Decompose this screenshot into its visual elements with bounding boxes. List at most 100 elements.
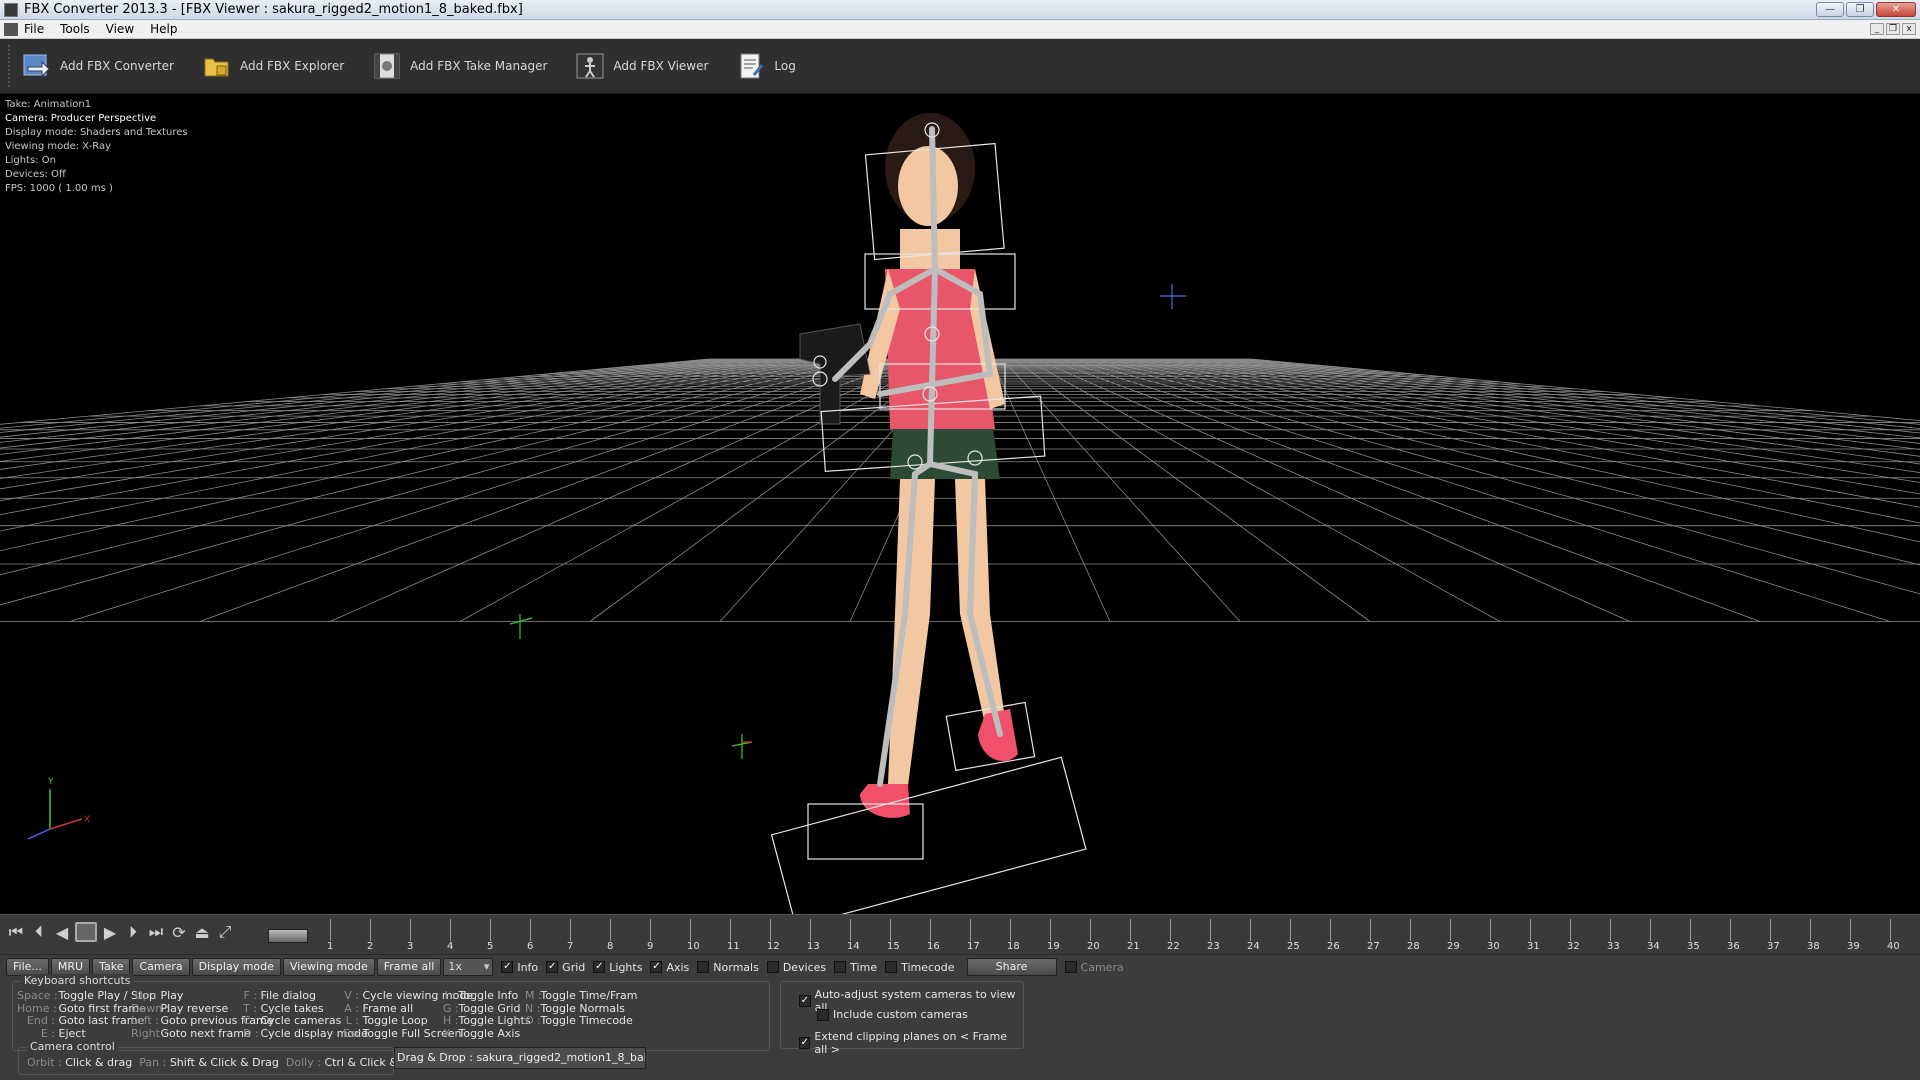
menu-tools[interactable]: Tools (60, 22, 90, 36)
shortcut-col1-3: E : Eject (17, 1027, 86, 1040)
close-button[interactable]: ✕ (1876, 2, 1916, 17)
toolbar-grip[interactable] (8, 45, 12, 87)
child-window-icon[interactable] (4, 22, 18, 36)
child-close-button[interactable]: x (1902, 23, 1916, 35)
expand-icon[interactable]: ⤢ (215, 921, 235, 943)
add-fbx-take-manager-label: Add FBX Take Manager (410, 59, 548, 73)
shortcut-action: File dialog (257, 989, 316, 1002)
add-fbx-take-manager-button[interactable]: Add FBX Take Manager (372, 46, 547, 86)
frame-tick (1610, 919, 1611, 941)
restore-button[interactable]: ❐ (1846, 2, 1874, 17)
viewer-info-overlay: Take: Animation1 Camera: Producer Perspe… (5, 98, 188, 196)
log-button[interactable]: Log (736, 46, 796, 86)
shortcut-key: O : (525, 1014, 541, 1027)
last-frame-icon[interactable]: ⏭ (146, 921, 166, 943)
normals-toggle[interactable]: Normals (697, 961, 759, 974)
shortcut-col5-2: H : Toggle Lights (443, 1015, 531, 1027)
shortcut-col3-1: T : Cycle takes (243, 1002, 324, 1015)
frame-tick (490, 919, 491, 941)
checkbox-icon: ✓ (650, 961, 663, 973)
share-button[interactable]: Share (966, 958, 1057, 976)
orbit-value: Click & drag (65, 1056, 133, 1069)
shortcut-col5-0: I : Toggle Info (443, 990, 519, 1002)
devices-toggle-label: Devices (782, 960, 827, 974)
add-fbx-converter-button[interactable]: Add FBX Converter (22, 46, 174, 86)
shortcut-col2-0: Up : Play (131, 989, 184, 1002)
frame-tick (1450, 919, 1451, 941)
frame-ruler[interactable]: 1 2 3 4 5 6 7 8 9 10 11 12 13 14 15 16 17 18 19 20 21 22 23 24 2… (318, 919, 1918, 953)
app-icon (4, 2, 18, 17)
camera-share-toggle[interactable]: Camera (1064, 961, 1124, 974)
shortcut-action: Toggle Lights (455, 1014, 531, 1027)
viewing-mode-button[interactable]: Viewing mode (282, 958, 375, 976)
info-take: Take: Animation1 (5, 99, 92, 110)
menu-help[interactable]: Help (150, 22, 177, 36)
devices-toggle[interactable]: Devices (766, 960, 827, 974)
frame-tick (570, 919, 571, 941)
scene-canvas[interactable]: Y X (0, 94, 1920, 914)
shortcut-col6-0: M : Toggle Time/Fram (525, 990, 638, 1002)
minimize-button[interactable]: — (1816, 2, 1844, 17)
shortcut-key: Right : (131, 1026, 168, 1040)
child-minimize-button[interactable]: _ (1870, 23, 1884, 35)
camera-button[interactable]: Camera (132, 958, 190, 976)
frame-number: 32 (1567, 941, 1580, 952)
log-icon (740, 53, 764, 79)
grid-line (0, 358, 788, 462)
previous-frame-icon[interactable]: ⏴ (29, 921, 49, 943)
grid-line (1025, 358, 1501, 622)
take-manager-icon (374, 53, 400, 79)
shortcut-key: D : (243, 1026, 259, 1040)
play-icon[interactable]: ▶ (100, 921, 120, 943)
shortcut-action: Goto next frame (157, 1026, 251, 1040)
drag-drop-field[interactable]: Drag & Drop : sakura_rigged2_motion1_8_b… (394, 1047, 646, 1069)
menu-view[interactable]: View (106, 22, 134, 36)
shortcut-action: Toggle Time/Fram (537, 989, 638, 1002)
loop-icon[interactable]: ⟳ (169, 921, 189, 943)
camera-control-group: Camera control Orbit : Click & drag Pan … (18, 1040, 428, 1075)
shortcut-key: N : (525, 1001, 541, 1015)
grid-line (1036, 358, 1631, 622)
axis-toggle[interactable]: ✓ Axis (650, 961, 689, 974)
include-custom-cameras-checkbox[interactable]: Include custom cameras (817, 1008, 968, 1021)
shortcut-col4-2: L : Toggle Loop (343, 1015, 428, 1027)
menu-bar: File Tools View Help _ ❐ x (0, 20, 1920, 39)
child-restore-button[interactable]: ❐ (1886, 23, 1900, 35)
info-display-mode: Display mode: Shaders and Textures (5, 127, 188, 138)
frame-all-button[interactable]: Frame all (376, 958, 442, 976)
shortcut-col6-2: O : Toggle Timecode (525, 1015, 633, 1027)
shortcut-key: L : (345, 1014, 359, 1027)
3d-viewport[interactable]: Y X Take: Animation1 Camera: Producer Pe… (0, 94, 1920, 914)
frame-tick (410, 919, 411, 941)
lights-toggle[interactable]: ✓ Lights (593, 961, 642, 974)
frame-number: 23 (1207, 941, 1220, 952)
frame-number: 17 (967, 941, 980, 952)
display-mode-button[interactable]: Display mode (191, 958, 281, 976)
frame-number: 28 (1407, 941, 1420, 952)
play-reverse-icon[interactable]: ◀ (52, 921, 72, 943)
time-toggle[interactable]: Time (834, 961, 877, 974)
info-toggle[interactable]: ✓ Info (501, 961, 538, 974)
shortcut-key: F : (243, 989, 257, 1002)
timecode-toggle[interactable]: Timecode (885, 961, 955, 974)
grid-toggle[interactable]: ✓ Grid (546, 961, 585, 974)
add-fbx-viewer-button[interactable]: Add FBX Viewer (575, 46, 708, 86)
next-frame-icon[interactable]: ⏵ (123, 921, 143, 943)
shortcut-key: Up : (134, 989, 157, 1002)
add-fbx-explorer-label: Add FBX Explorer (239, 59, 345, 73)
frame-tick (1010, 919, 1011, 941)
eject-icon[interactable]: ⏏ (192, 921, 212, 943)
camera-options-group: ✓ Auto-adjust system cameras to view all … (780, 981, 1024, 1056)
shortcut-col3-2: C : Cycle cameras (243, 1015, 341, 1027)
grid-line (1206, 358, 1920, 439)
grid-line (1251, 358, 1920, 422)
speed-select[interactable]: 1x (443, 958, 494, 976)
timeline-slider-handle[interactable] (268, 929, 308, 943)
stop-icon[interactable] (75, 922, 97, 942)
first-frame-icon[interactable]: ⏮ (6, 921, 26, 943)
shortcut-col5-3: X : Toggle Axis (443, 1027, 520, 1040)
add-fbx-explorer-button[interactable]: Add FBX Explorer (202, 46, 344, 86)
menu-file[interactable]: File (24, 22, 44, 36)
extend-clipping-checkbox[interactable]: ✓ Extend clipping planes on < Frame all > (799, 1030, 1023, 1056)
shortcut-action: Play (157, 989, 184, 1002)
